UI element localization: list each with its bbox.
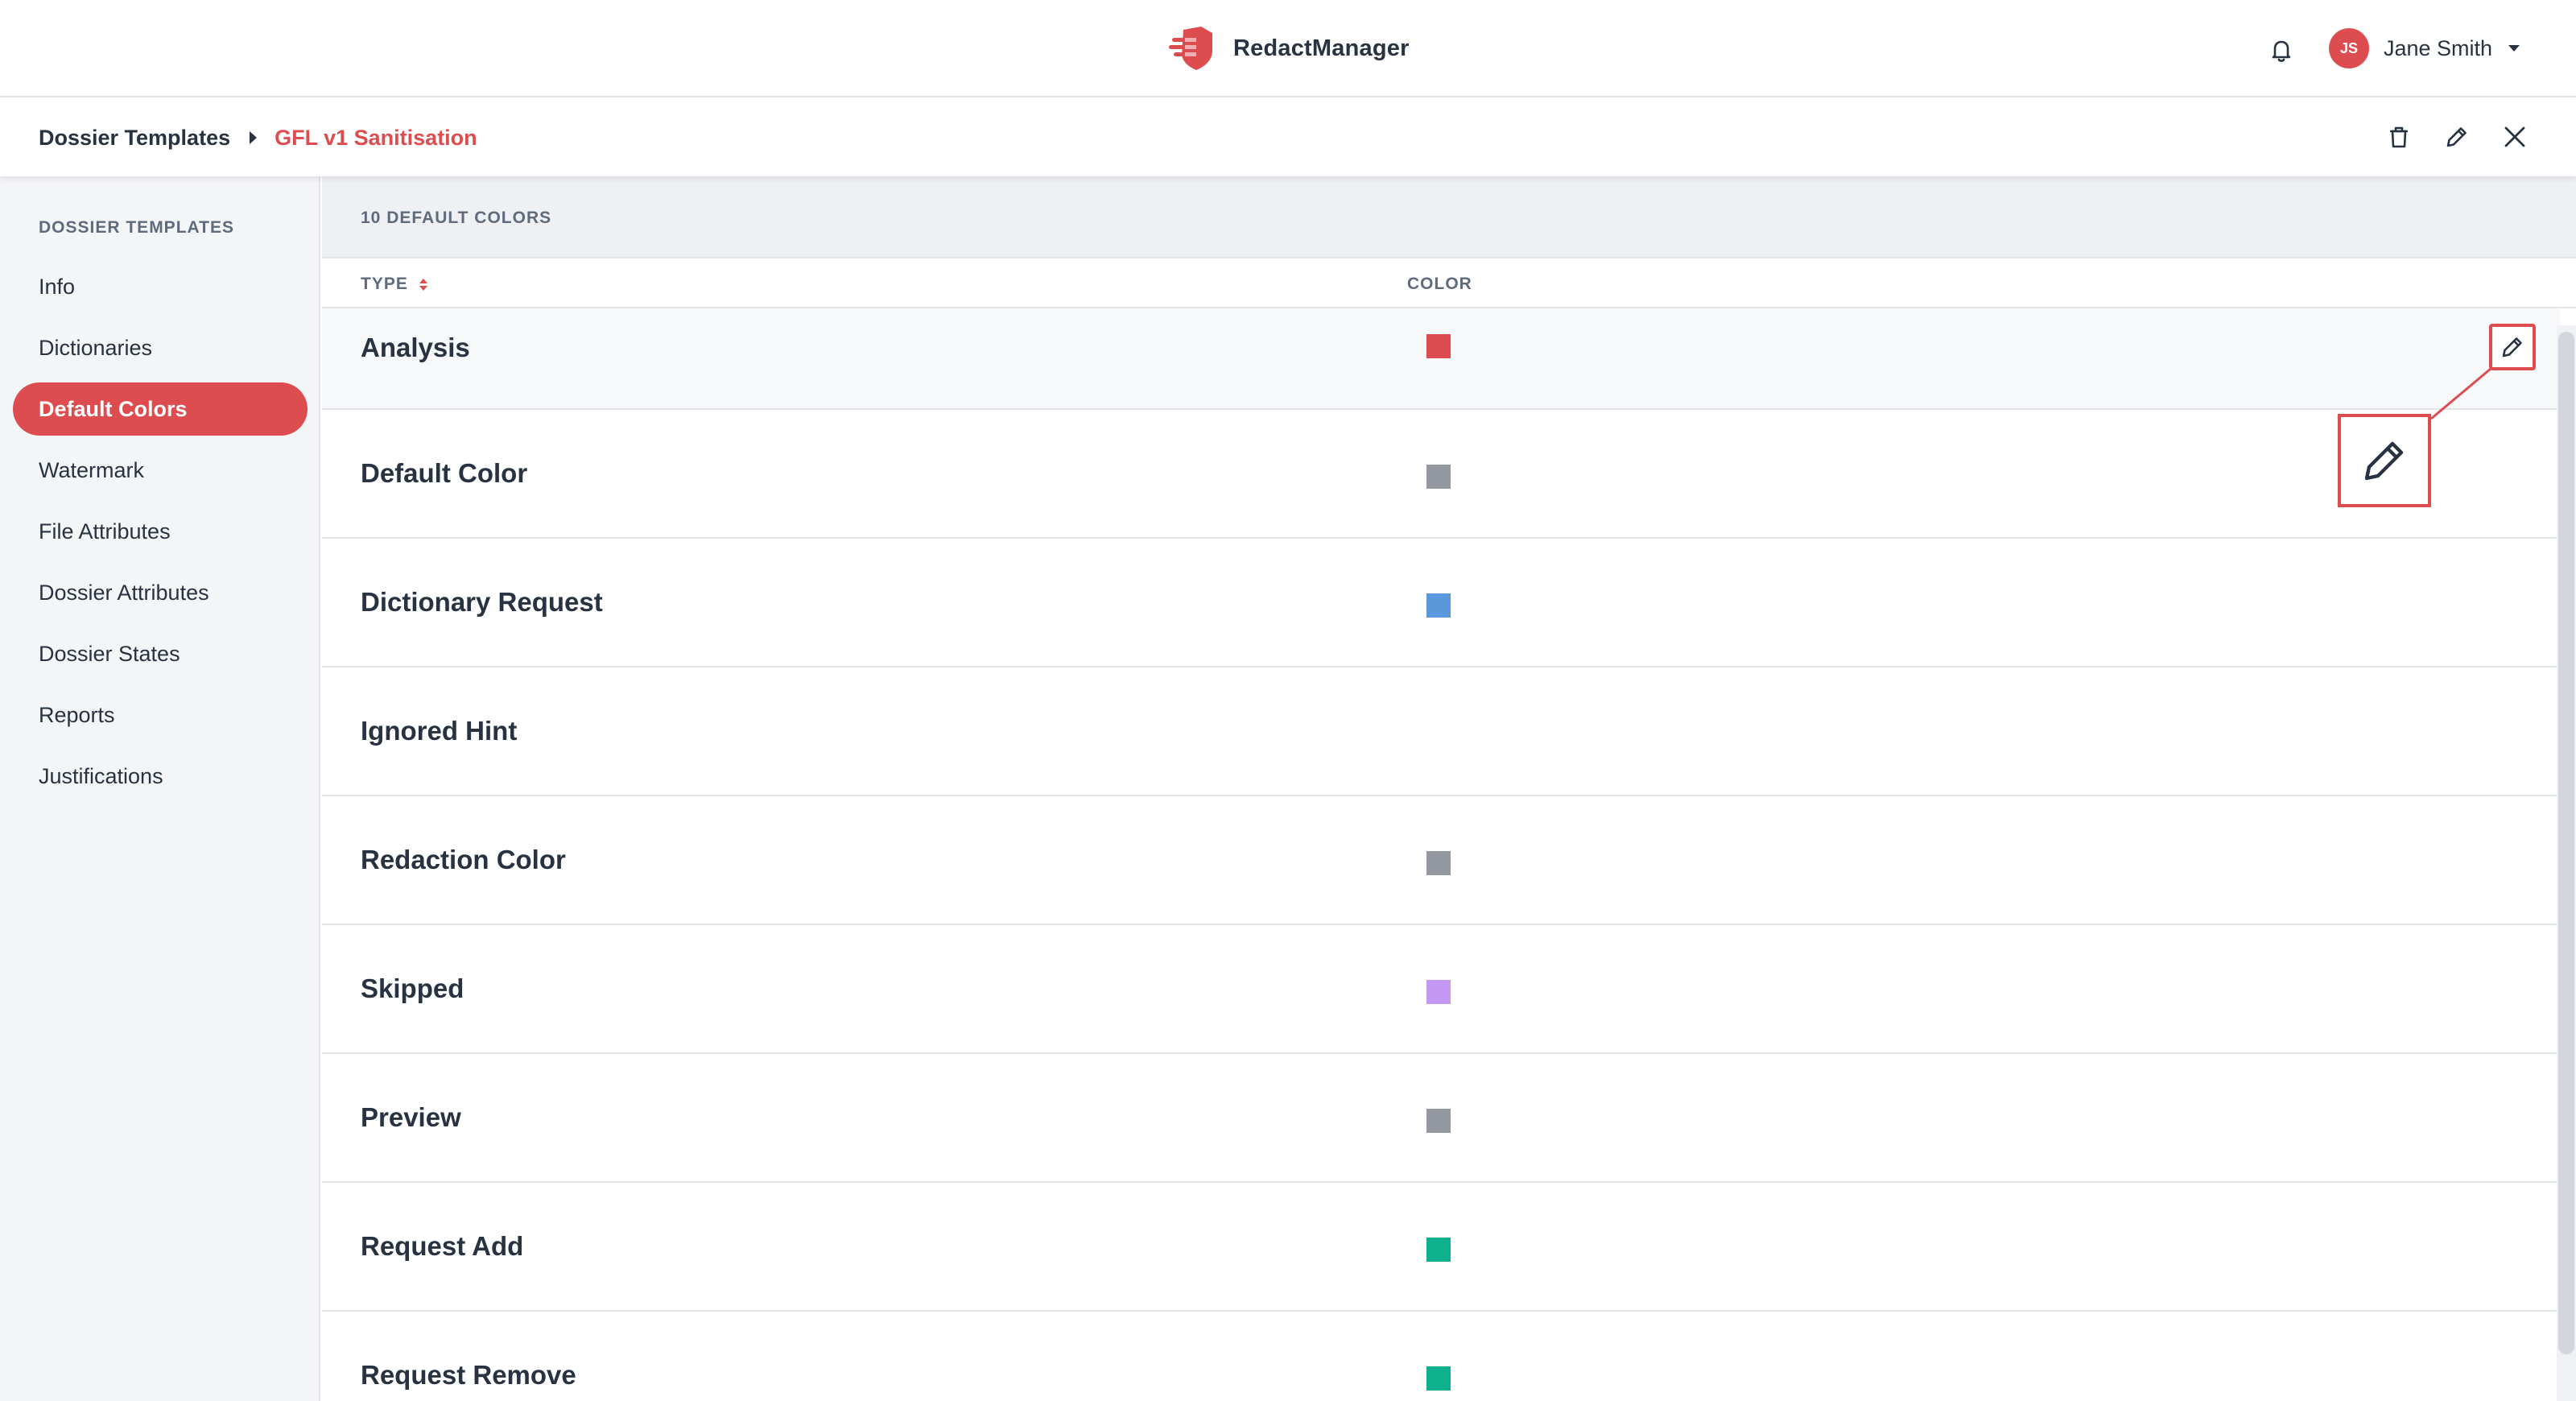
row-type-label: Dictionary Request <box>361 587 603 617</box>
scrollbar-thumb[interactable] <box>2558 332 2574 1354</box>
brand-name: RedactManager <box>1233 35 1410 61</box>
sidebar-nav: Info Dictionaries Default Colors Waterma… <box>13 260 308 811</box>
zoomed-edit-callout <box>2338 414 2431 507</box>
row-type-label: Request Add <box>361 1231 524 1261</box>
sidebar-item-file-attributes[interactable]: File Attributes <box>13 505 308 558</box>
row-type-label: Skipped <box>361 973 464 1003</box>
logo-icon <box>1169 27 1212 70</box>
row-type-label: Default Color <box>361 458 528 488</box>
edit-template-button[interactable] <box>2441 121 2473 153</box>
trash-icon <box>2390 126 2408 148</box>
notifications-button[interactable] <box>2265 34 2297 66</box>
sidebar-heading: DOSSIER TEMPLATES <box>39 218 234 237</box>
color-swatch <box>1426 465 1451 489</box>
chevron-right-icon <box>250 131 258 144</box>
sidebar: DOSSIER TEMPLATES Info Dictionaries Defa… <box>0 176 320 1401</box>
table-row[interactable]: Redaction Color <box>322 796 2560 925</box>
chevron-down-icon <box>2508 45 2520 52</box>
color-swatch <box>1426 980 1451 1004</box>
table-row[interactable]: Request Add <box>322 1183 2560 1312</box>
table-header: TYPE COLOR <box>322 258 2576 308</box>
user-menu[interactable]: JS Jane Smith <box>2329 27 2520 69</box>
table-row[interactable]: Default Color <box>322 410 2560 539</box>
breadcrumb-root-link[interactable]: Dossier Templates <box>39 126 230 151</box>
sort-icon <box>419 278 427 291</box>
table-row[interactable]: Ignored Hint <box>322 667 2560 796</box>
sidebar-item-info[interactable]: Info <box>13 260 308 313</box>
row-type-label: Request Remove <box>361 1360 576 1390</box>
sidebar-item-default-colors[interactable]: Default Colors <box>13 382 308 436</box>
close-button[interactable] <box>2499 121 2531 153</box>
delete-template-button[interactable] <box>2383 121 2415 153</box>
table-row[interactable]: Request Remove <box>322 1312 2560 1401</box>
pencil-icon <box>2502 337 2522 357</box>
color-swatch <box>1426 334 1451 358</box>
sidebar-item-dictionaries[interactable]: Dictionaries <box>13 321 308 374</box>
color-swatch <box>1426 1238 1451 1262</box>
row-type-label: Ignored Hint <box>361 716 518 746</box>
table-row[interactable]: Analysis <box>322 308 2560 410</box>
table-count-bar: 10 DEFAULT COLORS <box>322 176 2576 258</box>
row-type-label: Analysis <box>361 333 470 362</box>
avatar: JS <box>2329 28 2369 68</box>
row-type-label: Preview <box>361 1102 461 1132</box>
template-actions <box>2383 121 2531 153</box>
main-content: 10 DEFAULT COLORS TYPE COLOR Analysis De… <box>322 176 2576 1401</box>
pencil-icon <box>2364 441 2404 481</box>
color-swatch <box>1426 1109 1451 1133</box>
color-column-header: COLOR <box>1407 275 1472 294</box>
type-column-label: TYPE <box>361 275 408 293</box>
bell-icon <box>2272 40 2291 62</box>
top-bar: RedactManager JS Jane Smith <box>0 0 2576 97</box>
table-row[interactable]: Skipped <box>322 925 2560 1054</box>
color-swatch <box>1426 593 1451 618</box>
sidebar-item-watermark[interactable]: Watermark <box>13 444 308 497</box>
color-column-label: COLOR <box>1407 275 1472 293</box>
table-row[interactable]: Dictionary Request <box>322 539 2560 667</box>
color-swatch <box>1426 1366 1451 1391</box>
brand[interactable]: RedactManager <box>1169 23 1410 74</box>
breadcrumb: Dossier Templates GFL v1 Sanitisation <box>39 120 477 155</box>
sidebar-item-justifications[interactable]: Justifications <box>13 750 308 803</box>
row-type-label: Redaction Color <box>361 845 566 874</box>
table-row[interactable]: Preview <box>322 1054 2560 1183</box>
breadcrumb-current[interactable]: GFL v1 Sanitisation <box>275 126 477 151</box>
edit-color-button[interactable] <box>2489 324 2536 370</box>
table-body: Analysis Default Color Dictionary Reques… <box>322 308 2560 1401</box>
sidebar-item-reports[interactable]: Reports <box>13 688 308 742</box>
default-colors-count: 10 DEFAULT COLORS <box>361 209 552 227</box>
close-icon <box>2504 126 2525 147</box>
pencil-icon <box>2446 127 2467 147</box>
sidebar-item-dossier-attributes[interactable]: Dossier Attributes <box>13 566 308 619</box>
breadcrumb-bar: Dossier Templates GFL v1 Sanitisation <box>0 97 2576 176</box>
color-swatch <box>1426 851 1451 875</box>
sidebar-item-dossier-states[interactable]: Dossier States <box>13 627 308 680</box>
type-column-header[interactable]: TYPE <box>361 275 427 294</box>
user-name: Jane Smith <box>2384 35 2493 60</box>
